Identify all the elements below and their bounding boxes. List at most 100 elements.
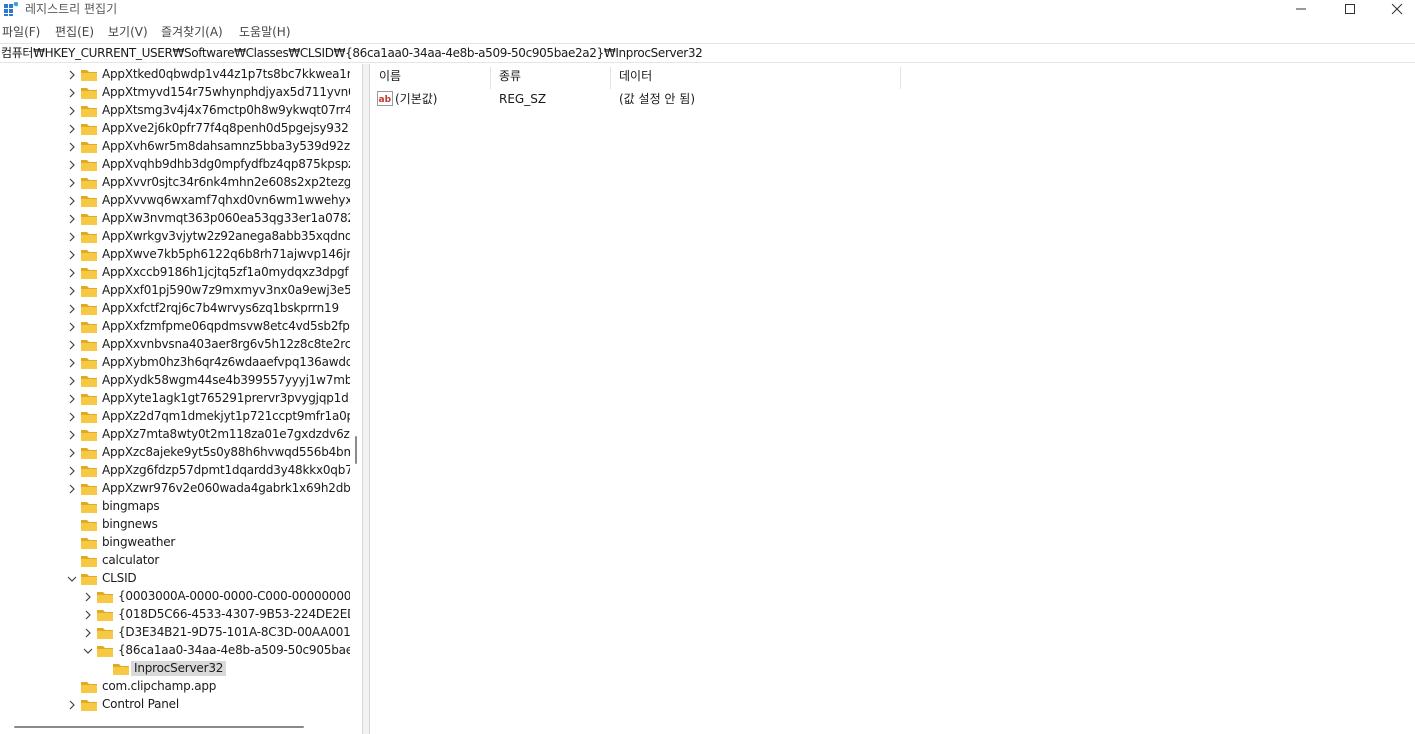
chevron-right-icon[interactable] <box>66 87 78 99</box>
column-header-data[interactable]: 데이터 <box>611 67 901 89</box>
pane-splitter[interactable] <box>362 64 370 734</box>
tree-item-label: AppXxf01pj590w7z9mxmyv3nx0a9ewj3e51g <box>102 283 350 297</box>
chevron-right-icon[interactable] <box>66 483 78 495</box>
registry-tree[interactable]: AppXtked0qbwdp1v44z1p7ts8bc7kkwea1mh AppX… <box>0 64 350 719</box>
chevron-right-icon[interactable] <box>66 213 78 225</box>
chevron-right-icon[interactable] <box>66 177 78 189</box>
chevron-right-icon[interactable] <box>66 447 78 459</box>
tree-item[interactable]: AppXz2d7qm1dmekjyt1p721ccpt9mfr1a0p2 <box>0 408 350 426</box>
address-bar[interactable]: 컴퓨터₩HKEY_CURRENT_USER₩Software₩Classes₩C… <box>0 43 1415 63</box>
folder-icon <box>81 304 97 315</box>
chevron-right-icon[interactable] <box>66 123 78 135</box>
tree-item[interactable]: AppXvqhb9dhb3dg0mpfydfbz4qp875kpspza <box>0 156 350 174</box>
chevron-right-icon[interactable] <box>66 339 78 351</box>
tree-item[interactable]: CLSID <box>0 570 350 588</box>
tree-item[interactable]: AppXwve7kb5ph6122q6b8rh71ajwvp146jmn <box>0 246 350 264</box>
chevron-right-icon[interactable] <box>66 141 78 153</box>
chevron-down-icon[interactable] <box>82 645 94 657</box>
tree-item[interactable]: AppXzc8ajeke9yt5s0y88h6hvwqd556b4bma <box>0 444 350 462</box>
menu-help[interactable]: 도움말(H) <box>239 24 291 40</box>
tree-item[interactable]: {0003000A-0000-0000-C000-000000000046} <box>0 588 350 606</box>
tree-item[interactable]: AppXvvr0sjtc34r6nk4mhn2e608s2xp2tezg <box>0 174 350 192</box>
tree-vertical-scrollbar[interactable] <box>350 64 362 719</box>
folder-icon <box>81 340 97 351</box>
tree-item[interactable]: {86ca1aa0-34aa-4e8b-a509-50c905bae2a2} <box>0 642 350 660</box>
close-button[interactable] <box>1373 0 1415 20</box>
value-row[interactable]: ab (기본값) REG_SZ (값 설정 안 됨) <box>371 90 1415 110</box>
chevron-right-icon[interactable] <box>66 465 78 477</box>
chevron-right-icon[interactable] <box>82 609 94 621</box>
folder-icon <box>81 286 97 297</box>
tree-item-label: AppXz2d7qm1dmekjyt1p721ccpt9mfr1a0p2 <box>102 409 350 423</box>
tree-item[interactable]: AppXyte1agk1gt765291prervr3pvygjqp1d <box>0 390 350 408</box>
tree-item[interactable]: AppXz7mta8wty0t2m118za01e7gxdzdv6zm2 <box>0 426 350 444</box>
tree-item[interactable]: AppXvh6wr5m8dahsamnz5bba3y539d92zdw <box>0 138 350 156</box>
chevron-right-icon[interactable] <box>82 627 94 639</box>
tree-item[interactable]: AppXydk58wgm44se4b399557yyyj1w7mbmv <box>0 372 350 390</box>
folder-icon <box>81 448 97 459</box>
folder-icon <box>81 322 97 333</box>
chevron-right-icon[interactable] <box>66 267 78 279</box>
chevron-right-icon[interactable] <box>66 375 78 387</box>
tree-item[interactable]: InprocServer32 <box>0 660 350 678</box>
menu-file[interactable]: 파일(F) <box>2 24 40 40</box>
chevron-right-icon[interactable] <box>66 393 78 405</box>
tree-item[interactable]: AppXxvnbvsna403aer8rg6v5h12z8c8te2rc <box>0 336 350 354</box>
tree-item[interactable]: AppXwrkgv3vjytw2z92anega8abb35xqdnqh <box>0 228 350 246</box>
tree-item[interactable]: AppXtked0qbwdp1v44z1p7ts8bc7kkwea1mh <box>0 66 350 84</box>
tree-item[interactable]: Control Panel <box>0 696 350 714</box>
tree-item[interactable]: {D3E34B21-9D75-101A-8C3D-00AA001A1652} <box>0 624 350 642</box>
tree-item[interactable]: com.clipchamp.app <box>0 678 350 696</box>
minimize-button[interactable] <box>1278 0 1324 20</box>
tree-item[interactable]: AppXzwr976v2e060wada4gabrk1x69h2dbwy <box>0 480 350 498</box>
tree-item[interactable]: AppXve2j6k0pfr77f4q8penh0d5pgejsy932 <box>0 120 350 138</box>
tree-item-label: AppXwrkgv3vjytw2z92anega8abb35xqdnqh <box>102 229 350 243</box>
tree-item[interactable]: {018D5C66-4533-4307-9B53-224DE2ED1FE6} <box>0 606 350 624</box>
tree-item[interactable]: AppXtsmg3v4j4x76mctp0h8w9ykwqt07rr43 <box>0 102 350 120</box>
tree-item[interactable]: AppXxccb9186h1jcjtq5zf1a0mydqxz3dpgf <box>0 264 350 282</box>
folder-icon <box>81 700 97 711</box>
chevron-right-icon[interactable] <box>66 195 78 207</box>
menu-edit[interactable]: 편집(E) <box>55 24 94 40</box>
menu-view[interactable]: 보기(V) <box>108 24 148 40</box>
tree-horizontal-scroll-thumb[interactable] <box>14 726 304 728</box>
column-header-type[interactable]: 종류 <box>491 67 611 89</box>
tree-item-label: AppXvvwq6wxamf7qhxd0vn6wm1wwehyxrdc <box>102 193 350 207</box>
chevron-right-icon[interactable] <box>66 249 78 261</box>
tree-item[interactable]: AppXybm0hz3h6qr4z6wdaaefvpq136awdq2e <box>0 354 350 372</box>
chevron-right-icon[interactable] <box>66 69 78 81</box>
address-path[interactable]: 컴퓨터₩HKEY_CURRENT_USER₩Software₩Classes₩C… <box>1 46 703 61</box>
tree-item[interactable]: bingmaps <box>0 498 350 516</box>
close-icon <box>1391 3 1403 15</box>
maximize-button[interactable] <box>1327 0 1373 20</box>
tree-item[interactable]: AppXtmyvd154r75whynphdjyax5d711yvn0s <box>0 84 350 102</box>
tree-item[interactable]: AppXw3nvmqt363p060ea53qg33er1a0782a8 <box>0 210 350 228</box>
tree-item-label: {018D5C66-4533-4307-9B53-224DE2ED1FE6} <box>118 607 350 621</box>
folder-icon <box>81 502 97 513</box>
tree-item[interactable]: AppXzg6fdzp57dpmt1dqardd3y48kkx0qb78 <box>0 462 350 480</box>
chevron-right-icon[interactable] <box>66 159 78 171</box>
tree-item[interactable]: AppXvvwq6wxamf7qhxd0vn6wm1wwehyxrdc <box>0 192 350 210</box>
menu-favorites[interactable]: 즐겨찾기(A) <box>161 24 223 40</box>
chevron-right-icon[interactable] <box>66 357 78 369</box>
chevron-right-icon[interactable] <box>66 321 78 333</box>
chevron-right-icon[interactable] <box>66 285 78 297</box>
chevron-down-icon[interactable] <box>66 573 78 585</box>
chevron-right-icon[interactable] <box>82 591 94 603</box>
folder-icon <box>81 520 97 531</box>
values-list[interactable]: 이름 종류 데이터 ab (기본값) REG_SZ (값 설정 안 됨) <box>371 64 1415 734</box>
chevron-right-icon[interactable] <box>66 105 78 117</box>
tree-item[interactable]: AppXxf01pj590w7z9mxmyv3nx0a9ewj3e51g <box>0 282 350 300</box>
chevron-right-icon[interactable] <box>66 429 78 441</box>
column-header-name[interactable]: 이름 <box>371 67 491 89</box>
chevron-right-icon[interactable] <box>66 411 78 423</box>
tree-item[interactable]: AppXxfzmfpme06qpdmsvw8etc4vd5sb2fpth <box>0 318 350 336</box>
tree-item[interactable]: AppXxfctf2rqj6c7b4wrvys6zq1bskprrn19 <box>0 300 350 318</box>
tree-vertical-scroll-thumb[interactable] <box>355 436 357 464</box>
tree-item[interactable]: calculator <box>0 552 350 570</box>
chevron-right-icon[interactable] <box>66 303 78 315</box>
chevron-right-icon[interactable] <box>66 699 78 711</box>
chevron-right-icon[interactable] <box>66 231 78 243</box>
tree-item[interactable]: bingnews <box>0 516 350 534</box>
tree-item[interactable]: bingweather <box>0 534 350 552</box>
